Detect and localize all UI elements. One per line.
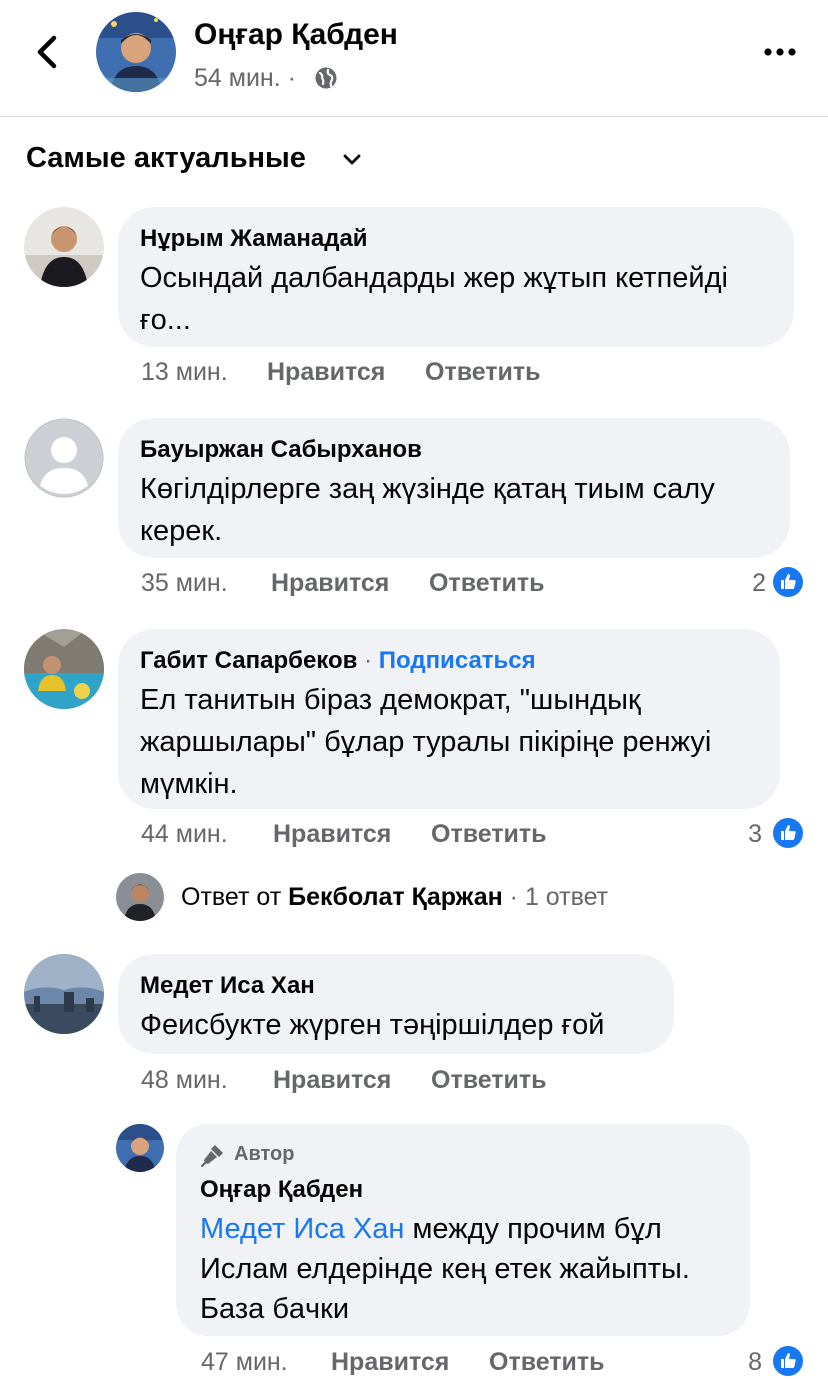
author-reply-bubble[interactable]: Автор Оңғар Қабден Медет Иса Хан между п… bbox=[176, 1124, 750, 1336]
reply-author-avatar[interactable] bbox=[116, 873, 164, 921]
comment-text-line: Осындай далбандарды жер жұтып кетпейді bbox=[140, 262, 728, 294]
mention-link[interactable]: Медет Иса Хан bbox=[200, 1213, 404, 1245]
comment-text-line: Феисбукте жүрген тәңіршілдер ғой bbox=[140, 1009, 605, 1041]
post-timestamp: 54 мин. · bbox=[194, 64, 296, 92]
commenter-avatar-placeholder[interactable] bbox=[24, 418, 104, 498]
reply-button[interactable]: Ответить bbox=[425, 358, 541, 387]
reply-summary-name: Бекболат Қаржан bbox=[288, 883, 503, 911]
comment-text-line: керек. bbox=[140, 515, 223, 547]
reaction-count[interactable]: 2 bbox=[720, 569, 766, 598]
comment-text-fragment: между прочим бұл bbox=[404, 1213, 662, 1245]
commenter-avatar[interactable] bbox=[24, 629, 104, 709]
comment-text-line: База бaчки bbox=[200, 1293, 350, 1325]
comment-text-line: Ел танитын біраз демократ, "шындық bbox=[140, 684, 641, 716]
comment-time: 44 мин. bbox=[141, 820, 228, 848]
like-button[interactable]: Нравится bbox=[273, 1066, 391, 1095]
chevron-down-icon[interactable] bbox=[342, 150, 362, 170]
like-reaction-icon[interactable] bbox=[772, 1345, 804, 1377]
microphone-icon bbox=[200, 1145, 223, 1168]
reply-button[interactable]: Ответить bbox=[429, 569, 545, 598]
comment-bubble[interactable]: Медет Иса Хан Феисбукте жүрген тәңіршілд… bbox=[118, 954, 674, 1054]
like-button[interactable]: Нравится bbox=[331, 1348, 449, 1377]
comment-bubble[interactable]: Бауыржан Сабырханов Көгілдірлерге заң жү… bbox=[118, 418, 790, 558]
commenter-avatar[interactable] bbox=[24, 954, 104, 1034]
post-author-name[interactable]: Оңғар Қабден bbox=[194, 18, 398, 52]
comment-bubble[interactable]: Габит Сапарбеков · Подписаться Ел таниты… bbox=[118, 629, 780, 809]
like-button[interactable]: Нравится bbox=[273, 820, 391, 849]
comment-author[interactable]: Нұрым Жаманадай bbox=[140, 225, 368, 253]
reply-summary-count: · 1 ответ bbox=[509, 883, 609, 911]
post-header: Оңғар Қабден 54 мин. · bbox=[0, 0, 828, 117]
back-arrow-icon[interactable] bbox=[26, 30, 70, 74]
like-reaction-icon[interactable] bbox=[772, 817, 804, 849]
comment-text-line: мүмкін. bbox=[140, 768, 238, 800]
reaction-count[interactable]: 3 bbox=[716, 820, 762, 849]
like-button[interactable]: Нравится bbox=[267, 358, 385, 387]
comment-author[interactable]: Медет Иса Хан bbox=[140, 972, 315, 1000]
reaction-count[interactable]: 8 bbox=[716, 1348, 762, 1377]
like-button[interactable]: Нравится bbox=[271, 569, 389, 598]
reply-button[interactable]: Ответить bbox=[431, 1066, 547, 1095]
author-reply-avatar[interactable] bbox=[116, 1124, 164, 1172]
comment-text-line: Көгілдірлерге заң жүзінде қатаң тиым сал… bbox=[140, 473, 715, 505]
comment-text-line: Медет Иса Хан между прочим бұл bbox=[200, 1208, 662, 1250]
author-avatar[interactable] bbox=[96, 12, 176, 92]
comment-author[interactable]: Оңғар Қабден bbox=[200, 1176, 363, 1204]
sort-dropdown-label[interactable]: Самые актуальные bbox=[26, 142, 306, 175]
comment-author[interactable]: Габит Сапарбеков bbox=[140, 647, 357, 674]
globe-icon bbox=[315, 67, 337, 89]
reply-button[interactable]: Ответить bbox=[489, 1348, 605, 1377]
comment-time: 35 мин. bbox=[141, 569, 228, 597]
comment-text-line: жаршылары" бұлар туралы пікіріңе ренжуі bbox=[140, 726, 712, 758]
author-badge: Автор bbox=[234, 1143, 295, 1165]
reply-button[interactable]: Ответить bbox=[431, 820, 547, 849]
comment-text-line: Ислам елдерінде кең етек жайыпты. bbox=[200, 1253, 690, 1285]
commenter-avatar[interactable] bbox=[24, 207, 104, 287]
comment-text-line: ғо... bbox=[140, 304, 191, 336]
comment-time: 13 мин. bbox=[141, 358, 228, 386]
comment-bubble[interactable]: Нұрым Жаманадай Осындай далбандарды жер … bbox=[118, 207, 794, 347]
comment-time: 47 мин. bbox=[201, 1348, 288, 1376]
comment-author[interactable]: Бауыржан Сабырханов bbox=[140, 436, 422, 464]
like-reaction-icon[interactable] bbox=[772, 566, 804, 598]
comment-time: 48 мин. bbox=[141, 1066, 228, 1094]
view-replies-link[interactable]: Ответ от Бекболат Қаржан · 1 ответ bbox=[181, 883, 608, 912]
more-options-icon[interactable] bbox=[760, 40, 800, 64]
comment-author-line: Габит Сапарбеков · Подписаться bbox=[140, 647, 536, 674]
follow-button[interactable]: Подписаться bbox=[379, 647, 536, 674]
reply-summary-prefix: Ответ от bbox=[181, 883, 282, 911]
